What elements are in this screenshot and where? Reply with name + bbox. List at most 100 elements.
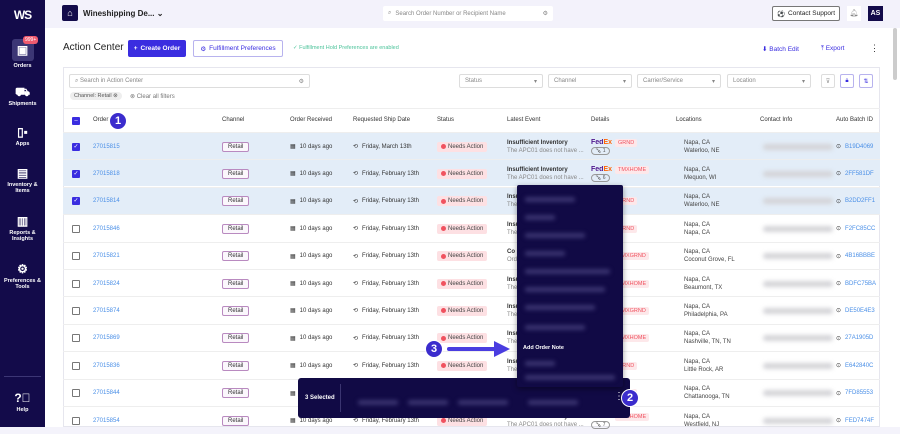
col-requested-ship-date[interactable]: Requested Ship Date bbox=[353, 117, 410, 123]
sidebar-item-inventory[interactable]: ▤ Inventory & Items bbox=[0, 166, 45, 194]
redacted-action[interactable] bbox=[458, 400, 508, 405]
contact-support-button[interactable]: ⚽ Contact Support bbox=[772, 6, 840, 21]
sidebar-item-help[interactable]: ?⃝ Help bbox=[0, 391, 45, 413]
sidebar-item-orders[interactable]: ▣ Orders bbox=[0, 39, 45, 69]
order-link[interactable]: 27015846 bbox=[93, 215, 120, 242]
batch-id[interactable]: DE50E4E3 bbox=[845, 308, 875, 314]
search-input[interactable]: Search in Action Center bbox=[80, 78, 143, 84]
action-search[interactable]: ⌕ Search in Action Center ⚙ bbox=[69, 74, 310, 88]
select-all-checkbox[interactable]: – bbox=[72, 117, 80, 125]
table-row[interactable]: 27015821 Retail ▦ 10 days ago ⟲ Friday, Fe… bbox=[63, 241, 880, 270]
row-checkbox[interactable] bbox=[72, 361, 80, 370]
table-row[interactable]: 27015846 Retail ▦ 10 days ago ⟲ Friday, Fe… bbox=[63, 214, 880, 241]
bell-icon[interactable]: 🔔︎ bbox=[847, 6, 861, 21]
order-link[interactable]: 27015821 bbox=[93, 243, 120, 270]
status-filter[interactable]: Status ▾ bbox=[459, 74, 543, 88]
row-checkbox[interactable]: ✓ bbox=[72, 169, 80, 178]
row-checkbox[interactable] bbox=[72, 306, 80, 315]
menu-item-add-order-note[interactable]: Add Order Note bbox=[523, 345, 564, 351]
col-auto-batch-id[interactable]: Auto Batch ID bbox=[836, 117, 873, 123]
filter-chip-channel[interactable]: Channel: Retail ⊗ bbox=[70, 92, 122, 100]
location-filter[interactable]: Location ▾ bbox=[727, 74, 811, 88]
sidebar-item-shipments[interactable]: ⛟ Shipments bbox=[0, 85, 45, 107]
redacted-menu-item[interactable] bbox=[525, 325, 585, 330]
sidebar-item-preferences[interactable]: ⚙ Preferences & Tools bbox=[0, 262, 45, 290]
batch-id[interactable]: B19D4069 bbox=[845, 144, 873, 150]
batch-id[interactable]: FED7474F bbox=[845, 418, 874, 424]
order-link[interactable]: 27015854 bbox=[93, 407, 120, 434]
lock-icon[interactable]: 🔒︎ bbox=[840, 74, 854, 88]
fulfillment-preferences-button[interactable]: ⚙ Fulfillment Preferences bbox=[193, 40, 283, 57]
export-button[interactable]: ⤒ Export bbox=[821, 45, 844, 53]
clear-filters-button[interactable]: ⊗ Clear all filters bbox=[130, 93, 175, 100]
redacted-menu-item[interactable] bbox=[525, 233, 585, 238]
row-checkbox[interactable] bbox=[72, 252, 80, 261]
avatar[interactable]: AS bbox=[868, 6, 883, 21]
order-link[interactable]: 27015874 bbox=[93, 297, 120, 324]
global-search[interactable]: ⌕ Search Order Number or Recipient Name ⚙ bbox=[383, 6, 553, 21]
gear-icon[interactable]: ⚙ bbox=[543, 10, 548, 17]
batch-id[interactable]: 4B16BBBE bbox=[845, 253, 875, 259]
carrier-filter[interactable]: Carrier/Service ▾ bbox=[637, 74, 721, 88]
redacted-menu-item[interactable] bbox=[525, 197, 575, 202]
redacted-menu-item[interactable] bbox=[525, 361, 555, 366]
redacted-action[interactable] bbox=[528, 400, 578, 405]
row-checkbox[interactable] bbox=[72, 389, 80, 398]
table-row[interactable]: 27015874 Retail ▦ 10 days ago ⟲ Friday, Fe… bbox=[63, 296, 880, 323]
redacted-menu-item[interactable] bbox=[525, 269, 610, 274]
order-link[interactable]: 27015836 bbox=[93, 352, 120, 379]
gear-icon[interactable]: ⚙ bbox=[299, 78, 304, 85]
order-link[interactable]: 27015818 bbox=[93, 160, 120, 187]
row-checkbox[interactable]: ✓ bbox=[72, 142, 80, 151]
col-channel[interactable]: Channel bbox=[222, 117, 244, 123]
order-link[interactable]: 27015869 bbox=[93, 325, 120, 352]
redacted-action[interactable] bbox=[358, 400, 398, 405]
close-icon[interactable]: ⊗ bbox=[113, 93, 118, 99]
row-checkbox[interactable] bbox=[72, 334, 80, 343]
scrollbar[interactable] bbox=[893, 28, 897, 80]
home-icon[interactable]: ⌂ bbox=[62, 5, 78, 21]
col-details[interactable]: Details bbox=[591, 117, 609, 123]
redacted-menu-item[interactable] bbox=[525, 305, 595, 310]
redacted-action[interactable] bbox=[408, 400, 448, 405]
table-row[interactable]: ✓ 27015814 Retail ▦ 10 days ago ⟲ Friday, … bbox=[63, 186, 880, 215]
col-locations[interactable]: Locations bbox=[676, 117, 702, 123]
sort-icon[interactable]: ⇅ bbox=[859, 74, 873, 88]
row-checkbox[interactable] bbox=[72, 279, 80, 288]
table-row[interactable]: 27015824 Retail ▦ 10 days ago ⟲ Friday, Fe… bbox=[63, 269, 880, 296]
redacted-menu-item[interactable] bbox=[525, 251, 565, 256]
create-order-button[interactable]: + Create Order bbox=[128, 40, 186, 57]
batch-id[interactable]: BDFC75BA bbox=[845, 281, 876, 287]
batch-id[interactable]: B2DD2FF1 bbox=[845, 198, 875, 204]
row-checkbox[interactable] bbox=[72, 224, 80, 233]
table-row[interactable]: ✓ 27015815 Retail ▦ 10 days ago ⟲ Friday, … bbox=[63, 132, 880, 159]
table-row[interactable]: ✓ 27015818 Retail ▦ 10 days ago ⟲ Friday, … bbox=[63, 159, 880, 187]
batch-id[interactable]: F2FC85CC bbox=[845, 226, 875, 232]
col-order-received[interactable]: Order Received bbox=[290, 117, 332, 123]
col-order[interactable]: Order bbox=[93, 117, 108, 123]
redacted-menu-item[interactable] bbox=[525, 215, 555, 220]
col-contact-info[interactable]: Contact Info bbox=[760, 117, 792, 123]
order-link[interactable]: 27015844 bbox=[93, 380, 120, 407]
redacted-menu-item[interactable] bbox=[525, 375, 615, 380]
sidebar-item-apps[interactable]: ▯▪ Apps bbox=[0, 125, 45, 147]
channel-filter[interactable]: Channel ▾ bbox=[548, 74, 632, 88]
account-switcher[interactable]: Wineshipping De... ⌄ bbox=[83, 9, 163, 18]
order-link[interactable]: 27015824 bbox=[93, 270, 120, 297]
order-link[interactable]: 27015814 bbox=[93, 188, 120, 215]
search-input[interactable]: Search Order Number or Recipient Name bbox=[395, 11, 538, 17]
row-checkbox[interactable] bbox=[72, 416, 80, 425]
row-checkbox[interactable]: ✓ bbox=[72, 197, 80, 206]
batch-id[interactable]: 27A1905D bbox=[845, 335, 873, 341]
batch-edit-button[interactable]: ⬇ Batch Edit bbox=[762, 45, 799, 53]
batch-id[interactable]: 2FF581DF bbox=[845, 171, 874, 177]
batch-id[interactable]: E642840C bbox=[845, 363, 873, 369]
batch-id[interactable]: 7FD85553 bbox=[845, 390, 873, 396]
more-menu-icon[interactable]: ⋮ bbox=[870, 43, 879, 54]
redacted-menu-item[interactable] bbox=[525, 287, 605, 292]
sidebar-item-reports[interactable]: ▥ Reports & Insights bbox=[0, 214, 45, 242]
col-status[interactable]: Status bbox=[437, 117, 454, 123]
filter-icon[interactable]: ⊽ bbox=[821, 74, 835, 88]
order-link[interactable]: 27015815 bbox=[93, 133, 120, 160]
col-latest-event[interactable]: Latest Event bbox=[507, 117, 540, 123]
